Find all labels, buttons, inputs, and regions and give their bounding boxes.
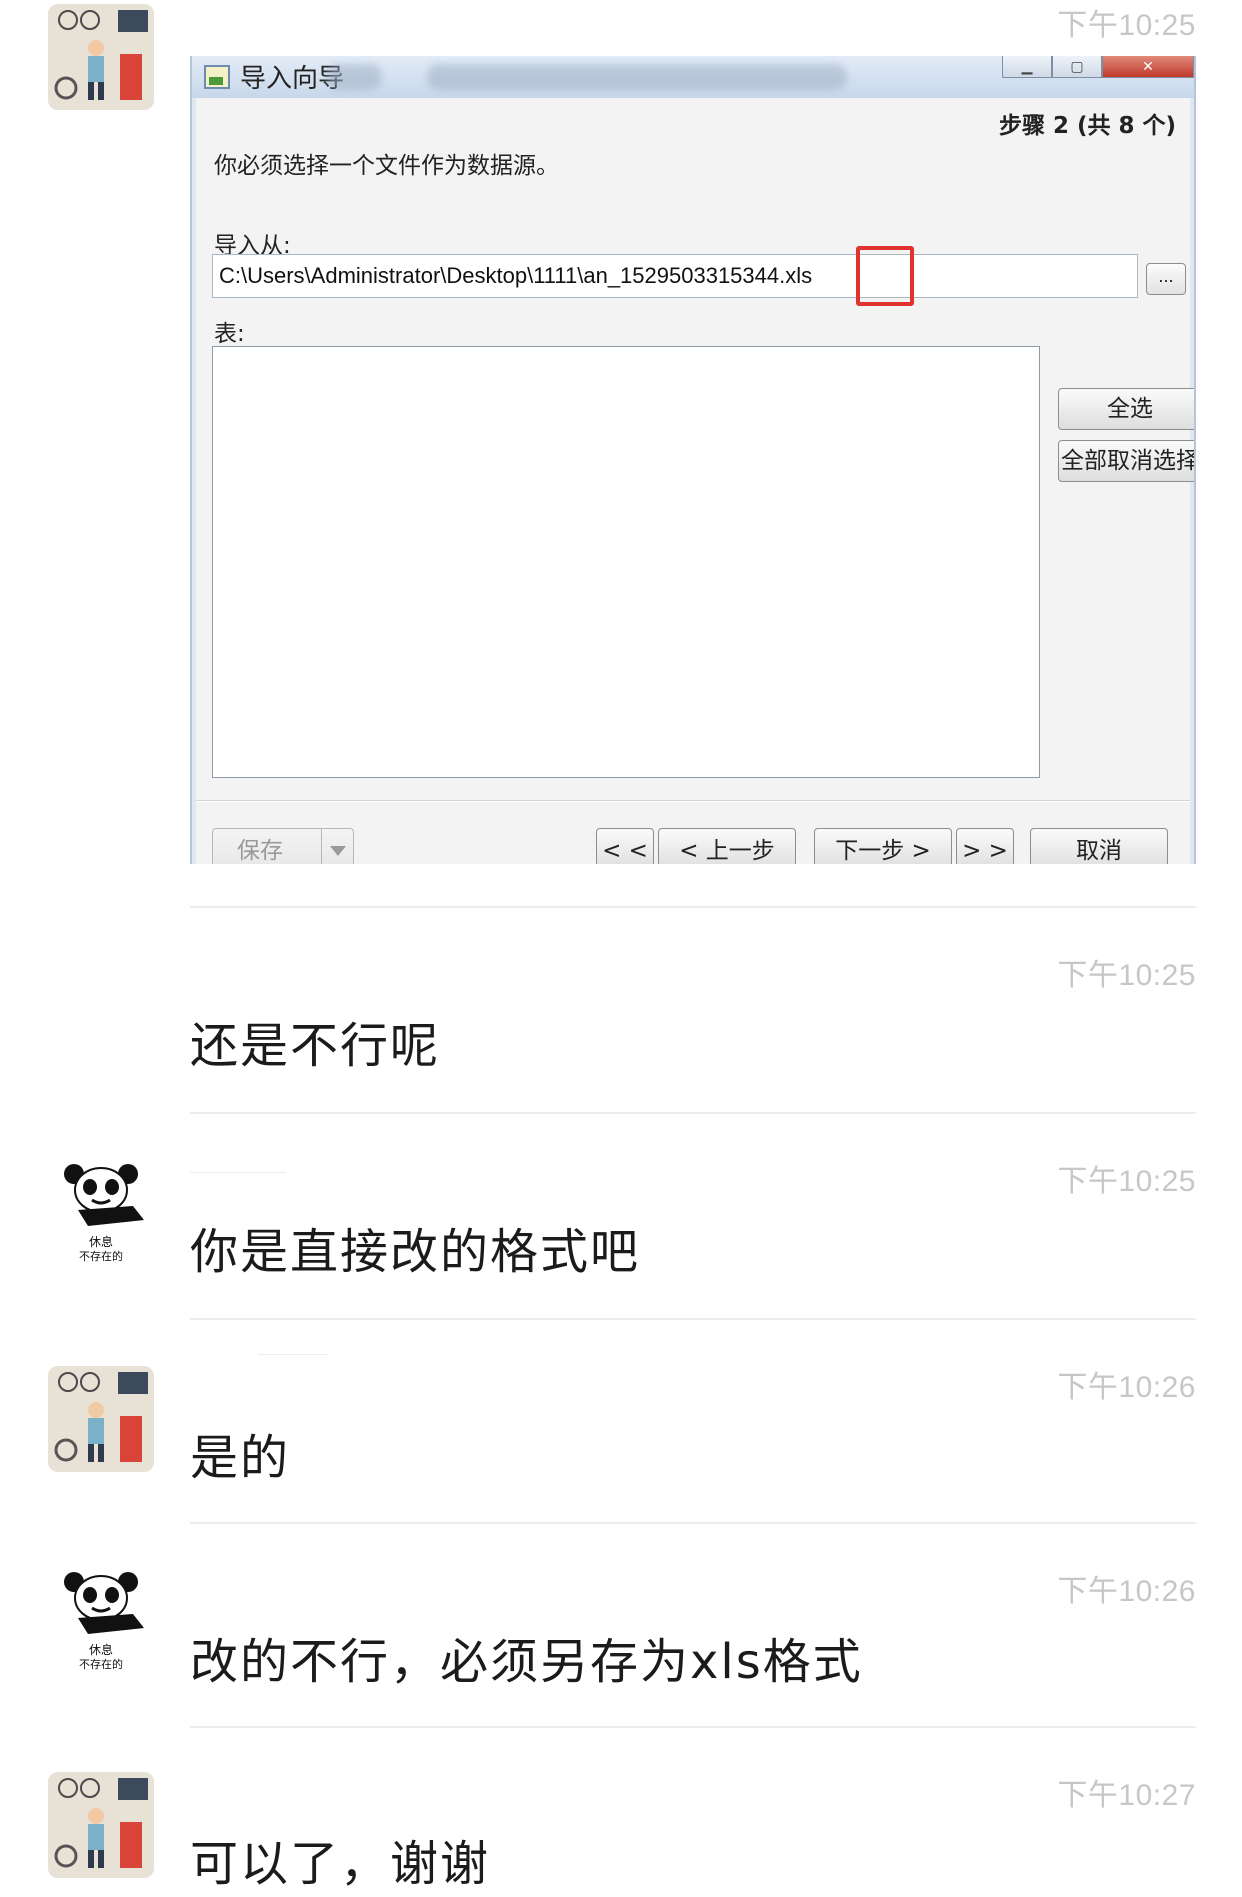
message-timestamp: 下午10:26 xyxy=(1057,1371,1196,1404)
maximize-icon[interactable]: ▢ xyxy=(1052,56,1102,78)
file-path-input[interactable]: C:\Users\Administrator\Desktop\1111\an_1… xyxy=(212,254,1138,298)
chevron-down-icon[interactable] xyxy=(321,829,353,864)
step-indicator: 步骤 2 (共 8 个) xyxy=(998,113,1176,139)
message-text: 可以了，谢谢 xyxy=(190,1836,491,1892)
message-separator xyxy=(190,1112,1196,1114)
avatar[interactable]: 休息 不存在的 xyxy=(48,1568,154,1674)
message-text: 改的不行，必须另存为xls格式 xyxy=(190,1634,863,1690)
footer-divider xyxy=(196,800,1190,802)
message-separator xyxy=(190,1318,1196,1320)
close-icon[interactable]: ✕ xyxy=(1102,56,1194,78)
avatar-illustration-icon xyxy=(48,1366,154,1472)
save-button-label: 保存 xyxy=(237,838,283,864)
table-label: 表: xyxy=(214,321,245,347)
avatar[interactable] xyxy=(48,4,154,110)
panda-caption-top: 休息 xyxy=(89,1642,113,1657)
avatar-illustration-icon xyxy=(48,4,154,110)
instruction-text: 你必须选择一个文件作为数据源。 xyxy=(214,153,559,179)
panda-caption-top: 休息 xyxy=(89,1234,113,1249)
first-step-button[interactable]: < < xyxy=(596,828,654,864)
table-list[interactable] xyxy=(212,346,1040,778)
message-timestamp: 下午10:26 xyxy=(1057,1575,1196,1608)
wizard-body: 步骤 2 (共 8 个) 你必须选择一个文件作为数据源。 导入从: C:\Use… xyxy=(196,98,1194,864)
message-separator xyxy=(190,1522,1196,1524)
panda-caption-bottom: 不存在的 xyxy=(79,1249,123,1263)
save-button[interactable]: 保存 xyxy=(212,828,354,864)
sender-name-placeholder xyxy=(190,1172,286,1173)
cancel-button[interactable]: 取消 xyxy=(1030,828,1168,864)
sender-name-placeholder xyxy=(258,1354,328,1355)
panda-caption-bottom: 不存在的 xyxy=(79,1657,123,1671)
avatar[interactable] xyxy=(48,1772,154,1878)
avatar[interactable]: 休息 不存在的 xyxy=(48,1160,154,1266)
wizard-window-icon xyxy=(204,65,230,89)
select-all-button[interactable]: 全选 xyxy=(1058,388,1194,430)
last-step-button[interactable]: > > xyxy=(956,828,1014,864)
next-step-button[interactable]: 下一步 > xyxy=(814,828,952,864)
message-text: 你是直接改的格式吧 xyxy=(190,1224,641,1280)
previous-step-button[interactable]: < 上一步 xyxy=(658,828,796,864)
avatar-illustration-icon xyxy=(48,1772,154,1878)
message-timestamp: 下午10:27 xyxy=(1057,1779,1196,1812)
message-separator xyxy=(190,1726,1196,1728)
message-text: 是的 xyxy=(190,1430,291,1486)
panda-meme-icon: 休息 不存在的 xyxy=(64,1572,144,1671)
message-timestamp: 下午10:25 xyxy=(1057,1165,1196,1198)
browse-button[interactable]: ... xyxy=(1146,263,1186,295)
message-timestamp: 下午10:25 xyxy=(1057,9,1196,42)
blurred-title-segment xyxy=(327,64,382,90)
window-titlebar: 导入向导 ▁ ▢ ✕ xyxy=(192,56,1194,98)
deselect-all-button[interactable]: 全部取消选择 xyxy=(1058,440,1194,482)
panda-meme-icon: 休息 不存在的 xyxy=(64,1164,144,1263)
message-text: 还是不行呢 xyxy=(190,1018,441,1074)
extension-highlight-box xyxy=(856,246,914,306)
avatar[interactable] xyxy=(48,1366,154,1472)
import-wizard-screenshot[interactable]: 导入向导 ▁ ▢ ✕ 步骤 2 (共 8 个) 你必须选择一个文件作为数据源。 … xyxy=(190,56,1196,864)
message-timestamp: 下午10:25 xyxy=(1057,959,1196,992)
message-separator xyxy=(190,906,1196,908)
minimize-icon[interactable]: ▁ xyxy=(1002,56,1052,78)
window-controls: ▁ ▢ ✕ xyxy=(1002,56,1194,78)
blurred-title-segment xyxy=(427,64,847,90)
